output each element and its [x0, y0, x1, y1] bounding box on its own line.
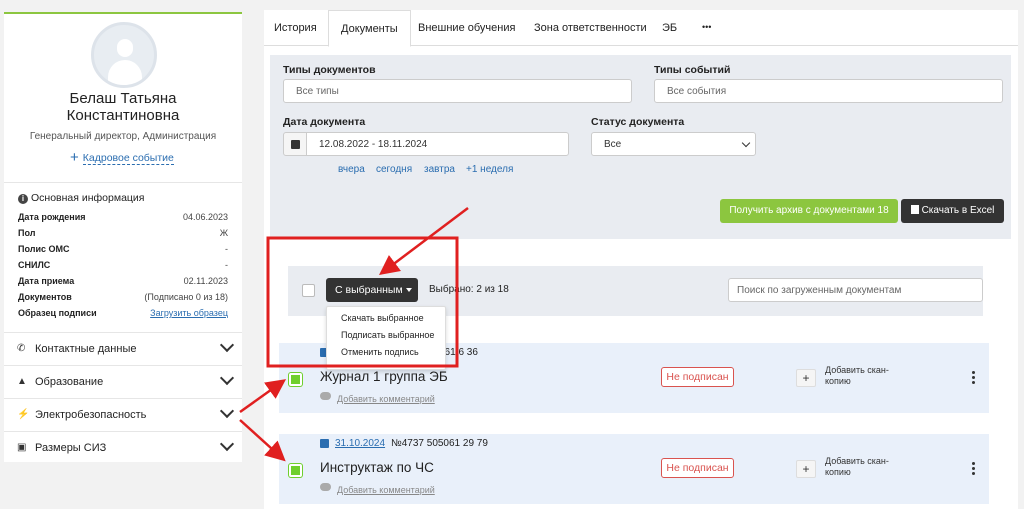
plus-icon: + [70, 149, 79, 166]
upload-signature-link[interactable]: Загрузить образец [150, 308, 228, 318]
doc-status-label: Статус документа [591, 116, 685, 128]
avatar-user-icon [91, 22, 157, 88]
menu-item-download-selected[interactable]: Скачать выбранное [341, 313, 424, 323]
selected-count: Выбрано: 2 из 18 [429, 284, 509, 295]
add-scan-label[interactable]: Добавить скан-копию [825, 365, 905, 387]
accordion-contacts[interactable]: ✆ Контактные данные [4, 332, 242, 365]
doc-date-input[interactable]: 12.08.2022 - 18.11.2024 [306, 132, 569, 156]
comment-icon [320, 483, 331, 491]
status-badge: Не подписан [661, 458, 734, 478]
main-info-title: i Основная информация [18, 192, 144, 204]
tab-responsibility-zone[interactable]: Зона ответственности [534, 22, 647, 34]
event-types-input[interactable]: Все события [654, 79, 1003, 103]
accordion-education[interactable]: ▲ Образование [4, 365, 242, 398]
briefcase-icon: ▣ [17, 442, 27, 453]
calendar-icon [320, 439, 329, 448]
more-vertical-icon[interactable] [972, 371, 975, 385]
add-scan-label[interactable]: Добавить скан-копию [825, 456, 905, 478]
profile-position: Генеральный директор, Администрация [29, 131, 217, 142]
doc-status-select[interactable]: Все [591, 132, 756, 156]
document-date[interactable]: 31.10.2024 [335, 438, 385, 449]
chevron-down-icon [219, 403, 235, 419]
chevron-down-icon [219, 436, 235, 452]
phone-icon: ✆ [17, 343, 26, 354]
info-row-oms: Полис ОМС - [18, 244, 228, 254]
tab-eb[interactable]: ЭБ [662, 22, 677, 34]
document-title[interactable]: Инструктаж по ЧС [320, 460, 434, 475]
document-checkbox[interactable] [289, 373, 302, 386]
tab-more[interactable]: ••• [702, 22, 711, 32]
get-archive-button[interactable]: Получить архив с документами 18 [720, 199, 898, 223]
add-comment-link[interactable]: Добавить комментарий [337, 394, 435, 404]
add-scan-button[interactable]: + [796, 460, 816, 478]
info-row-signature: Образец подписи Загрузить образец [18, 308, 228, 318]
profile-name: Белаш Татьяна Константиновна [66, 90, 180, 124]
menu-item-cancel-signature[interactable]: Отменить подпись [341, 347, 419, 357]
menu-item-sign-selected[interactable]: Подписать выбранное [341, 330, 434, 340]
doc-date-label: Дата документа [283, 116, 366, 128]
calendar-icon[interactable] [283, 132, 307, 156]
tab-bar: История Документы Внешние обучения Зона … [264, 10, 1018, 47]
document-number: №4737 505061 29 79 [391, 438, 488, 449]
document-search-input[interactable]: Поиск по загруженным документам [728, 278, 983, 302]
documents-panel: История Документы Внешние обучения Зона … [264, 10, 1018, 509]
add-scan-button[interactable]: + [796, 369, 816, 387]
excel-icon [910, 205, 919, 214]
info-row-documents: Документов (Подписано 0 из 18) [18, 292, 228, 302]
download-excel-button[interactable]: Скачать в Excel [901, 199, 1004, 223]
hr-event-link[interactable]: + Кадровое событие [70, 149, 174, 166]
chevron-down-icon [219, 370, 235, 386]
select-all-checkbox[interactable] [302, 284, 315, 297]
event-types-label: Типы событий [654, 64, 731, 76]
lightning-icon: ⚡ [17, 409, 30, 420]
tab-documents[interactable]: Документы [328, 10, 411, 47]
info-row-snils: СНИЛС - [18, 260, 228, 270]
info-icon: i [18, 194, 28, 204]
status-badge: Не подписан [661, 367, 734, 387]
chevron-down-icon [741, 138, 751, 148]
accordion-electrical-safety[interactable]: ⚡ Электробезопасность [4, 398, 242, 431]
doc-types-input[interactable]: Все типы [283, 79, 632, 103]
chevron-down-icon [219, 337, 235, 353]
filters-panel: Типы документов Все типы Типы событий Вс… [270, 55, 1011, 239]
tab-history[interactable]: История [274, 22, 317, 34]
info-row-hire-date: Дата приема 02.11.2023 [18, 276, 228, 286]
divider [4, 182, 242, 183]
profile-panel: Белаш Татьяна Константиновна Генеральный… [4, 12, 242, 462]
add-comment-link[interactable]: Добавить комментарий [337, 485, 435, 495]
document-row: 31.10.2024 №4737 505061 29 79 Инструктаж… [279, 434, 989, 504]
info-row-gender: Пол Ж [18, 228, 228, 238]
with-selected-menu: Скачать выбранное Подписать выбранное От… [326, 306, 446, 370]
comment-icon [320, 392, 331, 400]
document-checkbox[interactable] [289, 464, 302, 477]
quick-date-plus-week[interactable]: +1 неделя [466, 164, 513, 175]
accordion-ppe-sizes[interactable]: ▣ Размеры СИЗ [4, 431, 242, 464]
document-title[interactable]: Журнал 1 группа ЭБ [320, 369, 448, 384]
quick-date-tomorrow[interactable]: завтра [424, 164, 455, 175]
doc-types-label: Типы документов [283, 64, 376, 76]
caret-down-icon [405, 288, 412, 292]
with-selected-button[interactable]: С выбранным [326, 278, 418, 302]
quick-date-today[interactable]: сегодня [376, 164, 412, 175]
tab-external-training[interactable]: Внешние обучения [418, 22, 515, 34]
graduation-cap-icon: ▲ [17, 376, 27, 387]
quick-date-yesterday[interactable]: вчера [338, 164, 365, 175]
more-vertical-icon[interactable] [972, 462, 975, 476]
info-row-birthdate: Дата рождения 04.06.2023 [18, 212, 228, 222]
